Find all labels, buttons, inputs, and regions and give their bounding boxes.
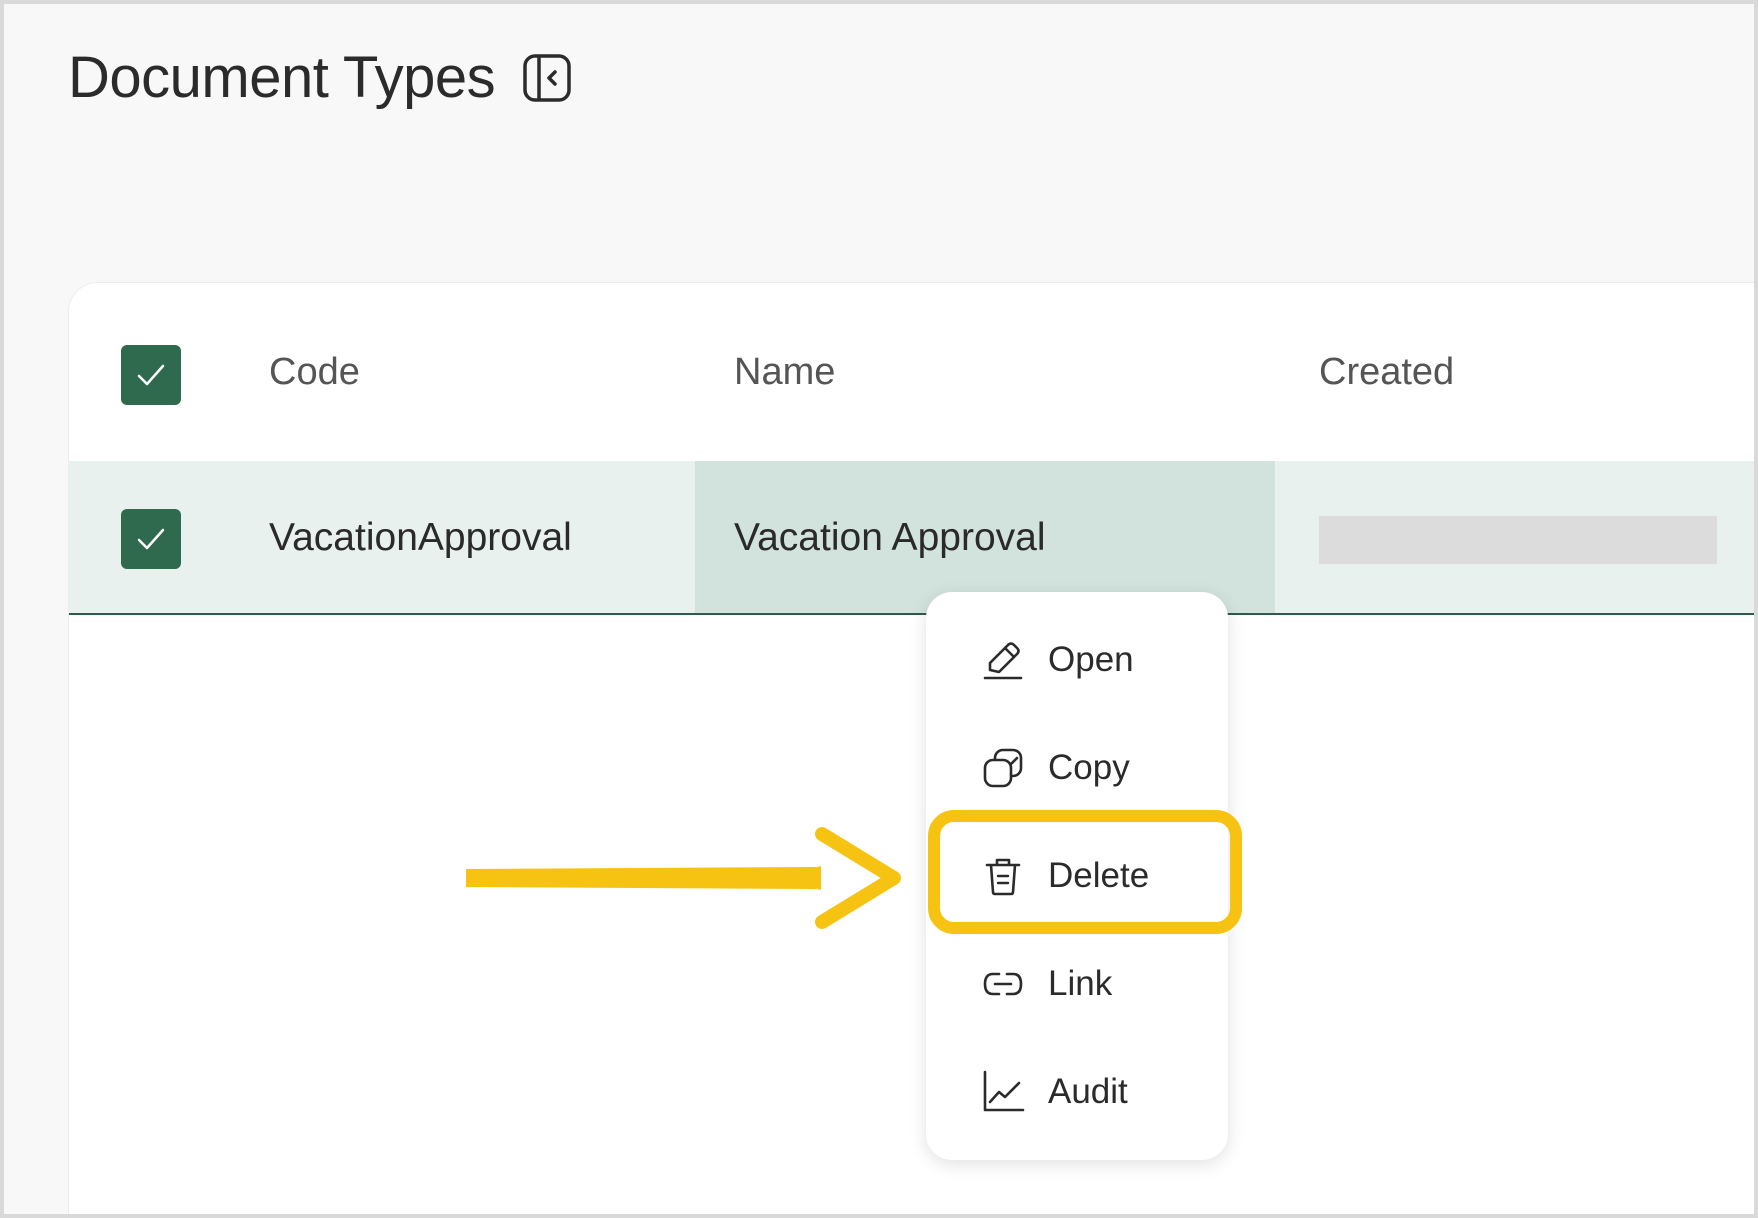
trash-icon xyxy=(980,853,1026,899)
table-row[interactable]: VacationApproval Vacation Approval xyxy=(69,461,1754,615)
page-title: Document Types xyxy=(68,45,496,110)
select-all-checkbox[interactable] xyxy=(121,345,181,405)
column-header-code[interactable]: Code xyxy=(269,351,360,394)
menu-item-copy[interactable]: Copy xyxy=(926,718,1228,818)
cell-created-redacted xyxy=(1319,516,1717,564)
sidebar-toggle-button[interactable] xyxy=(521,52,573,104)
menu-item-open[interactable]: Open xyxy=(926,610,1228,710)
page-header: Document Types xyxy=(68,44,573,111)
column-header-created[interactable]: Created xyxy=(1319,351,1454,394)
row-checkbox[interactable] xyxy=(121,509,181,569)
sidebar-collapse-icon xyxy=(523,53,571,102)
document-types-table: Code Name Created VacationApproval Vacat… xyxy=(68,282,1754,1214)
copy-icon xyxy=(980,745,1026,791)
pointer-arrow-icon xyxy=(466,827,901,929)
link-icon xyxy=(980,961,1026,1007)
app-frame: Document Types Code Name Created Vacatio… xyxy=(0,0,1758,1218)
column-header-name[interactable]: Name xyxy=(734,351,835,394)
checkmark-icon xyxy=(137,364,165,386)
chart-line-icon xyxy=(980,1069,1026,1115)
menu-item-delete[interactable]: Delete xyxy=(926,826,1228,926)
row-context-menu: Open Copy Delete Link Audit xyxy=(926,592,1228,1160)
checkmark-icon xyxy=(137,528,165,550)
menu-item-audit[interactable]: Audit xyxy=(926,1042,1228,1142)
cell-name: Vacation Approval xyxy=(734,516,1046,559)
table-header-row: Code Name Created xyxy=(69,283,1754,461)
pencil-icon xyxy=(980,637,1026,683)
cell-code: VacationApproval xyxy=(269,516,572,559)
menu-item-link[interactable]: Link xyxy=(926,934,1228,1034)
